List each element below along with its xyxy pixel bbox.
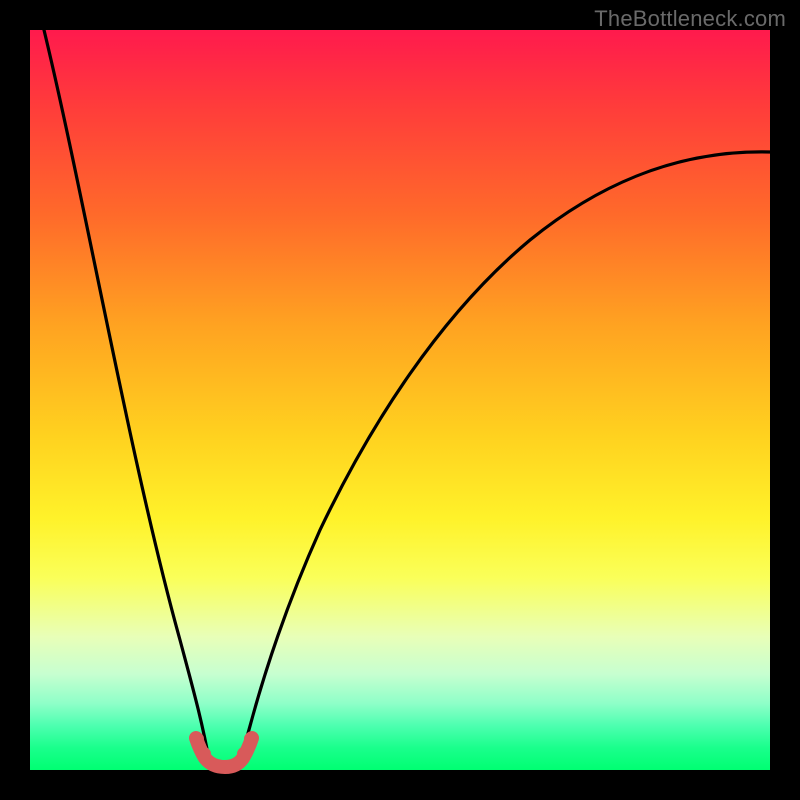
- curve-right-branch: [240, 152, 770, 765]
- chart-frame: TheBottleneck.com: [0, 0, 800, 800]
- valley-marker-dot-l2: [197, 747, 211, 761]
- valley-marker-dot-r1: [244, 732, 258, 746]
- watermark-text: TheBottleneck.com: [594, 6, 786, 32]
- curve-left-branch: [44, 30, 210, 765]
- valley-marker-dot-r2: [237, 747, 251, 761]
- valley-marker-dot-l1: [190, 732, 204, 746]
- curves-svg: [30, 30, 770, 770]
- plot-area: [30, 30, 770, 770]
